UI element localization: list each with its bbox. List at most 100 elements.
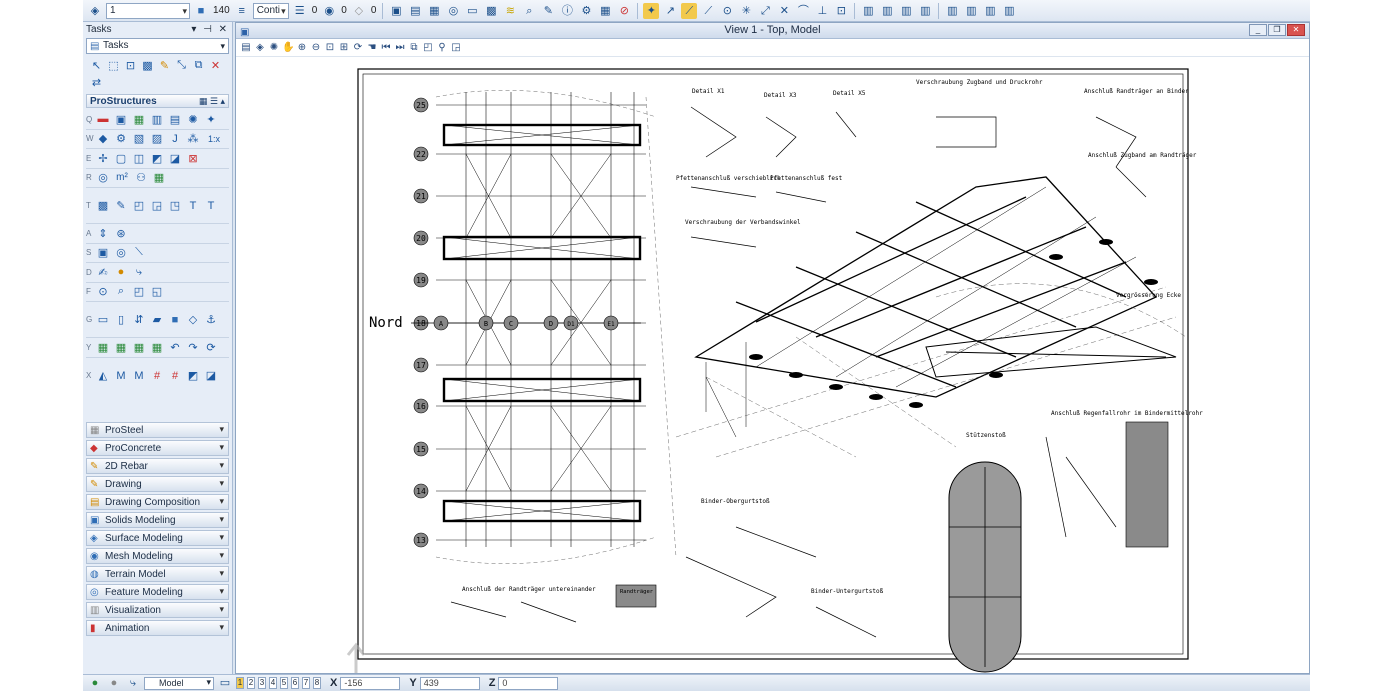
- bisector-snap-icon[interactable]: ⤢: [757, 3, 773, 19]
- shapes-icon[interactable]: ◭: [95, 368, 111, 384]
- view-previous-icon[interactable]: ⏮: [380, 42, 392, 53]
- place-fence-icon[interactable]: ⊡: [123, 58, 138, 73]
- parallel-snap-icon[interactable]: ⊡: [833, 3, 849, 19]
- category-animation[interactable]: ▮ Animation ▾: [86, 620, 229, 636]
- view-title-bar[interactable]: ▣ View 1 - Top, Model _ ❐ ✕: [236, 23, 1309, 39]
- manipulate-icon[interactable]: ▩: [140, 58, 155, 73]
- axis-icon[interactable]: ⇵: [131, 312, 147, 328]
- cylinder-icon[interactable]: ◎: [113, 245, 129, 261]
- redo-icon[interactable]: ↷: [185, 339, 201, 355]
- reset-icon[interactable]: ●: [106, 675, 122, 691]
- cut-icon[interactable]: ◩: [149, 150, 165, 166]
- restore-button[interactable]: ❐: [1268, 24, 1286, 36]
- category-proconcrete[interactable]: ◆ ProConcrete ▾: [86, 440, 229, 456]
- count-icon[interactable]: #: [149, 368, 165, 384]
- print-icon[interactable]: ▩: [483, 3, 499, 19]
- palette-icon[interactable]: ●: [113, 264, 129, 280]
- settings-icon[interactable]: ⚙: [578, 3, 594, 19]
- copy-shape-icon[interactable]: ◪: [167, 150, 183, 166]
- display-priority-icon[interactable]: ◉: [321, 3, 337, 19]
- center-snap-icon[interactable]: ⊙: [719, 3, 735, 19]
- panel-controls[interactable]: ▾ ⊣ ✕: [191, 24, 229, 35]
- mirror-icon[interactable]: ◱: [149, 284, 165, 300]
- door-icon[interactable]: ▯: [113, 312, 129, 328]
- analyze-icon[interactable]: ⌕: [521, 3, 537, 19]
- clip-volume-icon[interactable]: ◰: [422, 42, 434, 53]
- dimension-icon[interactable]: ⇕: [95, 225, 111, 241]
- export-icon[interactable]: ◰: [131, 284, 147, 300]
- column-2-icon[interactable]: T: [203, 198, 219, 214]
- link-icon[interactable]: ⤷: [131, 264, 147, 280]
- scale-icon[interactable]: 1:x: [203, 131, 225, 147]
- info-icon[interactable]: ⓘ: [559, 3, 575, 19]
- sheet-icon[interactable]: ▦: [95, 339, 111, 355]
- fence-icon[interactable]: ▤: [407, 3, 423, 19]
- sheet-2-icon[interactable]: ▦: [113, 339, 129, 355]
- view-button-7[interactable]: 7: [302, 677, 310, 689]
- z-coordinate-field[interactable]: 0: [498, 676, 559, 690]
- view-button-2[interactable]: 2: [247, 677, 255, 689]
- layers-icon[interactable]: ≋: [502, 3, 518, 19]
- beam-icon[interactable]: ▬: [95, 111, 111, 127]
- view-button-8[interactable]: 8: [313, 677, 321, 689]
- tasks-dropdown[interactable]: ▤ Tasks: [86, 38, 229, 54]
- plate-icon[interactable]: ▣: [113, 111, 129, 127]
- count-2-icon[interactable]: #: [167, 368, 183, 384]
- snap-icon[interactable]: ◎: [445, 3, 461, 19]
- rectangle-icon[interactable]: ▭: [95, 312, 111, 328]
- view-2-icon[interactable]: ▥: [879, 3, 895, 19]
- zoom-out-icon[interactable]: ⊖: [310, 42, 322, 53]
- walk-icon[interactable]: ⚲: [436, 42, 448, 53]
- search-icon[interactable]: ⌕: [113, 284, 129, 300]
- tag-icon[interactable]: ◇: [185, 312, 201, 328]
- material-icon[interactable]: M: [113, 368, 129, 384]
- view-attributes-icon[interactable]: ▤: [240, 42, 252, 53]
- y-coordinate-field[interactable]: 439: [419, 676, 480, 690]
- points-icon[interactable]: ⁂: [185, 131, 201, 147]
- tangent-snap-icon[interactable]: ⌒: [795, 3, 811, 19]
- keypoint-snap-icon[interactable]: ↗: [662, 3, 678, 19]
- minimize-button[interactable]: _: [1249, 24, 1267, 36]
- view-button-5[interactable]: 5: [280, 677, 288, 689]
- display-style-icon[interactable]: ◈: [254, 42, 266, 53]
- bolt-icon[interactable]: ✺: [185, 111, 201, 127]
- remove-icon[interactable]: ⊠: [185, 150, 201, 166]
- mesh-icon[interactable]: ▩: [95, 198, 111, 214]
- tools-icon[interactable]: ✎: [540, 3, 556, 19]
- level-combo[interactable]: 1: [106, 2, 190, 19]
- line-weight-icon[interactable]: ☰: [292, 3, 308, 19]
- block-icon[interactable]: ■: [167, 312, 183, 328]
- view-button-4[interactable]: 4: [269, 677, 277, 689]
- people-icon[interactable]: ⚇: [133, 170, 149, 186]
- measure-icon[interactable]: ▭: [464, 3, 480, 19]
- stair-icon[interactable]: ▧: [131, 131, 147, 147]
- edit-icon[interactable]: ✎: [113, 198, 129, 214]
- view-mode-icon[interactable]: ▦ ☰ ▴: [199, 96, 225, 107]
- anchor-icon[interactable]: ⚓: [203, 312, 219, 328]
- line-icon[interactable]: ⟍: [131, 245, 147, 261]
- camera-icon[interactable]: ◲: [149, 198, 165, 214]
- area-icon[interactable]: m²: [113, 170, 131, 186]
- array-icon[interactable]: ⊙: [95, 284, 111, 300]
- clear-icon[interactable]: ⊘: [616, 3, 632, 19]
- intersection-snap-icon[interactable]: ✕: [776, 3, 792, 19]
- hook-icon[interactable]: J: [167, 131, 183, 147]
- model-combo[interactable]: Model: [144, 676, 214, 690]
- color-icon[interactable]: ■: [193, 3, 209, 19]
- hand-icon[interactable]: ☚: [366, 42, 378, 53]
- section-icon[interactable]: ◩: [185, 368, 201, 384]
- category-surface-modeling[interactable]: ◈ Surface Modeling ▾: [86, 530, 229, 546]
- drawing-canvas[interactable]: 25 22 21 20 19 18 17 16 15 14 13 Nord A …: [236, 57, 1309, 691]
- view-3-icon[interactable]: ▥: [898, 3, 914, 19]
- frame-icon[interactable]: ◫: [131, 150, 147, 166]
- box-icon[interactable]: ▣: [95, 245, 111, 261]
- accept-icon[interactable]: ●: [87, 675, 103, 691]
- sheet-4-icon[interactable]: ▦: [149, 339, 165, 355]
- ring-icon[interactable]: ◎: [95, 170, 111, 186]
- view-1-icon[interactable]: ▥: [860, 3, 876, 19]
- rotate-view-icon[interactable]: ⟳: [352, 42, 364, 53]
- section-2-icon[interactable]: ◪: [203, 368, 219, 384]
- sheet-3-icon[interactable]: ▦: [131, 339, 147, 355]
- category-solids-modeling[interactable]: ▣ Solids Modeling ▾: [86, 512, 229, 528]
- close-button[interactable]: ✕: [1287, 24, 1305, 36]
